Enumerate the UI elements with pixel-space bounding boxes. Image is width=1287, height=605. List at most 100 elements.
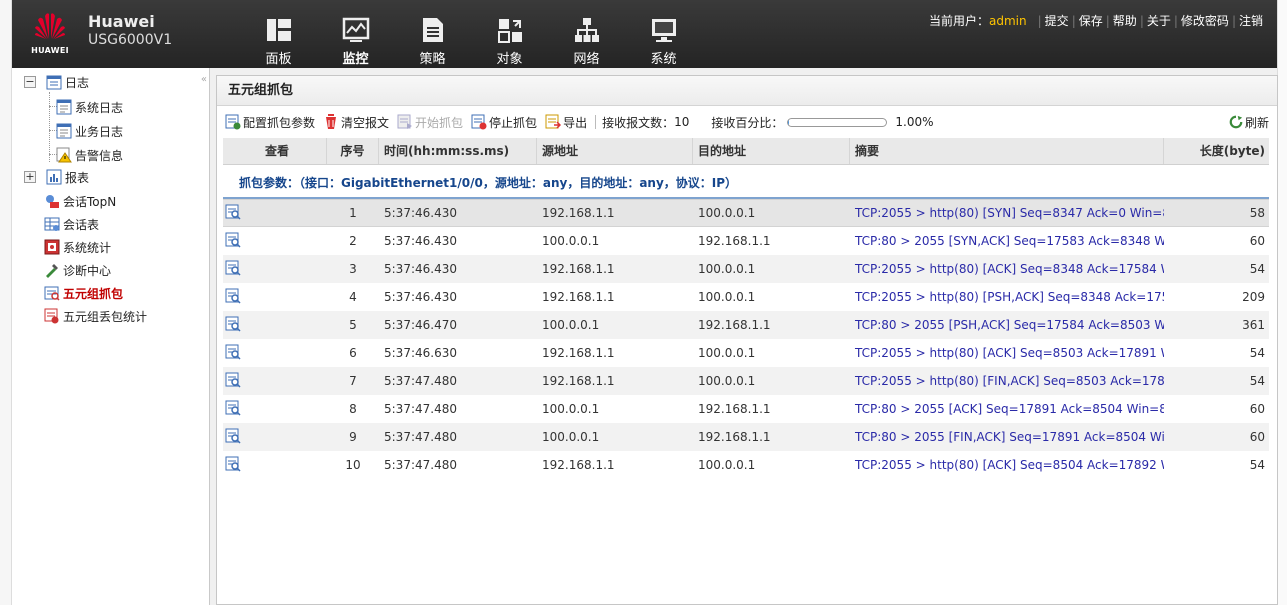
cell-source: 192.168.1.1 bbox=[542, 206, 615, 220]
table-row[interactable]: 2 5:37:46.430 100.0.0.1 192.168.1.1 TCP:80 >… bbox=[223, 227, 1269, 255]
sidebar-item-log[interactable]: − 日志 bbox=[24, 71, 89, 93]
sidebar-item-label: 日志 bbox=[65, 75, 90, 90]
submit-link[interactable]: 提交 bbox=[1045, 12, 1069, 29]
nav-policy[interactable]: 策略 bbox=[394, 0, 471, 68]
col-view[interactable]: 查看 bbox=[223, 138, 327, 164]
sidebar-item-drop-stats[interactable]: 五元组丢包统计 bbox=[44, 305, 147, 327]
cell-source: 192.168.1.1 bbox=[542, 458, 615, 472]
nav-dashboard[interactable]: 面板 bbox=[240, 0, 317, 68]
table-row[interactable]: 3 5:37:46.430 192.168.1.1 100.0.0.1 TCP:2055… bbox=[223, 255, 1269, 283]
dashboard-icon bbox=[266, 19, 291, 41]
config-capture-label: 配置抓包参数 bbox=[243, 115, 316, 130]
col-seq[interactable]: 序号 bbox=[327, 138, 379, 164]
cell-seq: 8 bbox=[349, 402, 357, 416]
about-link[interactable]: 关于 bbox=[1147, 12, 1171, 29]
received-percent-text: 1.00% bbox=[895, 115, 934, 129]
table-row[interactable]: 1 5:37:46.430 192.168.1.1 100.0.0.1 TCP:2055… bbox=[223, 199, 1269, 227]
user-bar-divider: | bbox=[1231, 13, 1236, 28]
help-link[interactable]: 帮助 bbox=[1113, 12, 1137, 29]
report-icon bbox=[46, 169, 62, 185]
col-destination[interactable]: 目的地址 bbox=[693, 138, 850, 164]
sidebar-collapse-button[interactable]: « bbox=[201, 74, 207, 85]
sidebar-item-session-table[interactable]: 会话表 bbox=[44, 213, 99, 235]
table-row[interactable]: 6 5:37:46.630 192.168.1.1 100.0.0.1 TCP:2055… bbox=[223, 339, 1269, 367]
cell-seq: 5 bbox=[349, 318, 357, 332]
view-packet-button[interactable] bbox=[223, 232, 327, 251]
export-label: 导出 bbox=[563, 115, 588, 130]
table-row[interactable]: 10 5:37:47.480 192.168.1.1 100.0.0.1 TCP:205… bbox=[223, 451, 1269, 479]
sidebar-item-label: 业务日志 bbox=[75, 124, 124, 139]
export-button[interactable]: 导出 bbox=[545, 114, 587, 131]
cell-length: 60 bbox=[1249, 430, 1265, 444]
view-packet-button[interactable] bbox=[223, 400, 327, 419]
cell-summary: TCP:80 > 2055 [SYN,ACK] Seq=17583 Ack=83… bbox=[855, 234, 1164, 248]
sidebar-item-system-stats[interactable]: 系统统计 bbox=[44, 236, 111, 258]
nav-system-label: 系统 bbox=[650, 52, 677, 67]
cell-length: 60 bbox=[1249, 234, 1265, 248]
view-packet-button[interactable] bbox=[223, 344, 327, 363]
cell-time: 5:37:46.430 bbox=[384, 206, 457, 220]
col-summary[interactable]: 摘要 bbox=[850, 138, 1164, 164]
save-link[interactable]: 保存 bbox=[1079, 12, 1103, 29]
clear-packets-button[interactable]: 清空报文 bbox=[323, 114, 389, 131]
table-row[interactable]: 8 5:37:47.480 100.0.0.1 192.168.1.1 TCP:80 >… bbox=[223, 395, 1269, 423]
table-row[interactable]: 9 5:37:47.480 100.0.0.1 192.168.1.1 TCP:80 >… bbox=[223, 423, 1269, 451]
col-source[interactable]: 源地址 bbox=[537, 138, 693, 164]
cell-destination: 192.168.1.1 bbox=[698, 318, 771, 332]
col-time[interactable]: 时间(hh:mm:ss.ms) bbox=[379, 138, 537, 164]
change-password-link[interactable]: 修改密码 bbox=[1181, 12, 1229, 29]
received-percent-fill bbox=[788, 118, 790, 126]
sidebar-item-system-log[interactable]: 系统日志 bbox=[56, 96, 123, 118]
user-bar-divider: | bbox=[1105, 13, 1110, 28]
cell-source: 192.168.1.1 bbox=[542, 290, 615, 304]
table-row[interactable]: 7 5:37:47.480 192.168.1.1 100.0.0.1 TCP:2055… bbox=[223, 367, 1269, 395]
table-row[interactable]: 5 5:37:46.470 100.0.0.1 192.168.1.1 TCP:80 >… bbox=[223, 311, 1269, 339]
monitor-icon bbox=[342, 17, 369, 42]
config-capture-button[interactable]: 配置抓包参数 bbox=[225, 114, 315, 131]
nav-system[interactable]: 系统 bbox=[625, 0, 702, 68]
start-capture-icon bbox=[397, 114, 413, 129]
nav-network[interactable]: 网络 bbox=[548, 0, 625, 68]
view-packet-button[interactable] bbox=[223, 260, 327, 279]
main-nav: 面板 监控 策略 对象 网络 系统 bbox=[240, 0, 702, 68]
view-packet-button[interactable] bbox=[223, 372, 327, 391]
col-length[interactable]: 长度(byte) bbox=[1164, 138, 1269, 164]
toolbar-divider bbox=[595, 115, 597, 129]
expand-toggle[interactable]: + bbox=[24, 171, 36, 183]
sidebar-item-session-topn[interactable]: 会话TopN bbox=[44, 190, 116, 212]
alarm-icon bbox=[56, 147, 72, 163]
view-packet-button[interactable] bbox=[223, 288, 327, 307]
object-icon bbox=[497, 19, 522, 43]
sidebar-item-diagnose[interactable]: 诊断中心 bbox=[44, 259, 111, 281]
cell-summary: TCP:2055 > http(80) [ACK] Seq=8504 Ack=1… bbox=[855, 458, 1164, 472]
system-log-icon bbox=[56, 99, 72, 115]
sidebar-item-report[interactable]: + 报表 bbox=[24, 166, 89, 188]
clear-icon bbox=[326, 114, 337, 129]
capture-params: 抓包参数：（接口：GigabitEthernet1/0/0，源地址：any，目的… bbox=[223, 165, 1269, 199]
logout-link[interactable]: 注销 bbox=[1239, 12, 1263, 29]
view-packet-button[interactable] bbox=[223, 456, 327, 475]
view-packet-button[interactable] bbox=[223, 204, 327, 223]
view-packet-button[interactable] bbox=[223, 428, 327, 447]
refresh-icon bbox=[1229, 115, 1243, 129]
refresh-button[interactable]: 刷新 bbox=[1229, 114, 1269, 131]
nav-monitor[interactable]: 监控 bbox=[317, 0, 394, 68]
start-capture-button[interactable]: 开始抓包 bbox=[397, 114, 463, 131]
nav-object[interactable]: 对象 bbox=[471, 0, 548, 68]
user-bar-divider: | bbox=[1071, 13, 1076, 28]
cell-time: 5:37:47.480 bbox=[384, 374, 457, 388]
cell-seq: 4 bbox=[349, 290, 357, 304]
nav-dashboard-label: 面板 bbox=[265, 52, 292, 67]
cell-source: 192.168.1.1 bbox=[542, 346, 615, 360]
view-packet-button[interactable] bbox=[223, 316, 327, 335]
sidebar-item-capture[interactable]: 五元组抓包 bbox=[44, 282, 123, 304]
table-row[interactable]: 4 5:37:46.430 192.168.1.1 100.0.0.1 TCP:2055… bbox=[223, 283, 1269, 311]
received-percent-bar bbox=[787, 117, 888, 127]
stop-capture-button[interactable]: 停止抓包 bbox=[471, 114, 537, 131]
sidebar-item-alarm[interactable]: 告警信息 bbox=[56, 144, 123, 166]
table-header: 查看 序号 时间(hh:mm:ss.ms) 源地址 目的地址 摘要 长度(byt… bbox=[223, 138, 1269, 165]
stop-capture-label: 停止抓包 bbox=[489, 115, 538, 130]
session-table-icon bbox=[44, 217, 60, 231]
sidebar-item-service-log[interactable]: 业务日志 bbox=[56, 120, 123, 142]
collapse-toggle[interactable]: − bbox=[24, 76, 36, 88]
